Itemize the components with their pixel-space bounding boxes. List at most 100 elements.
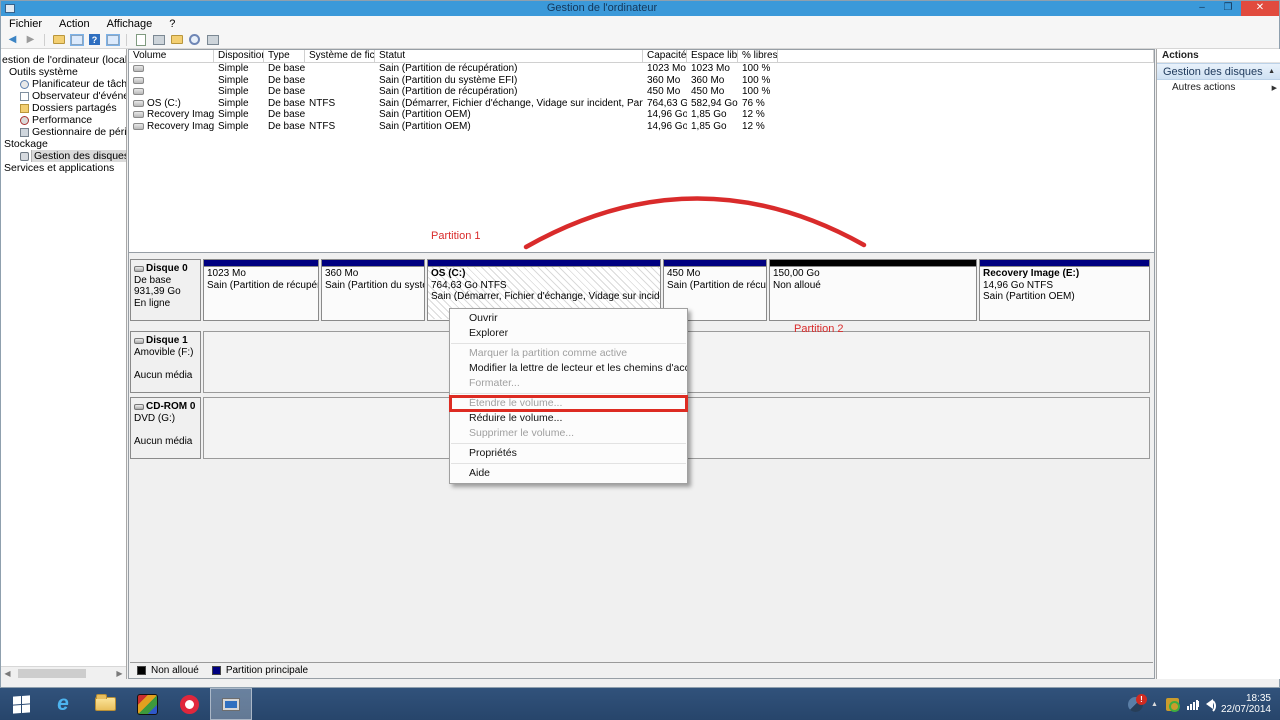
disk-label-disque0[interactable]: Disque 0 De base 931,39 Go En ligne [130,259,201,321]
menu-item-modifier-lettre[interactable]: Modifier la lettre de lecteur et les che… [450,361,687,376]
legend-swatch-unallocated [137,665,146,675]
menu-item-reduire-volume[interactable]: Réduire le volume... [450,411,687,426]
taskbar-ie-button[interactable]: e [42,688,84,720]
col-disposition[interactable]: Disposition [214,50,264,62]
tree-item-stockage[interactable]: Stockage [1,138,126,150]
minimize-button[interactable]: – [1189,1,1215,16]
start-button[interactable] [0,688,42,720]
back-icon[interactable]: ◀ [5,33,20,47]
tree-item-gestionnaire-peripheriques[interactable]: Gestionnaire de périphériques [1,126,126,138]
volume-icon [133,88,144,96]
menu-item-ouvrir[interactable]: Ouvrir [450,311,687,326]
disk-label-cdrom0[interactable]: CD-ROM 0 DVD (G:) Aucun média [130,397,201,459]
legend-label: Partition principale [225,664,309,676]
help-icon[interactable]: ? [87,33,102,47]
taskbar-computer-management-button[interactable] [210,688,252,720]
menu-item-explorer[interactable]: Explorer [450,326,687,341]
table-row[interactable]: OS (C:) Simple De base NTFS Sain (Démarr… [129,98,1154,110]
restore-button[interactable]: ❐ [1215,1,1241,16]
actions-item-autres-actions[interactable]: Autres actions ▶ [1157,80,1280,95]
col-pct-libres[interactable]: % libres [738,50,778,62]
properties-icon[interactable] [151,33,166,47]
actions-panel: Actions Gestion des disques ▲ Autres act… [1156,49,1280,679]
col-capacite[interactable]: Capacité [643,50,687,62]
partition-color-bar [980,260,1149,267]
scroll-right-icon[interactable]: ▶ [113,667,126,679]
disk-size: 931,39 Go [134,286,181,297]
col-volume[interactable]: Volume [129,50,214,62]
volume-icon [133,122,144,130]
window-title: Gestion de l'ordinateur [546,2,658,14]
volume-icon [133,76,144,84]
partition-color-bar [204,260,318,267]
menu-help[interactable]: ? [169,18,175,30]
opera-icon [179,694,199,714]
volume-icon[interactable] [1195,698,1216,714]
volume-icon [133,65,144,73]
collapse-icon[interactable]: ▲ [1268,68,1275,75]
menu-item-proprietes[interactable]: Propriétés [450,446,687,461]
partition-unallocated[interactable]: 150,00 Go Non alloué [769,259,977,321]
disk-icon [20,151,29,161]
folder-up-icon[interactable] [51,33,66,47]
tree-item-root[interactable]: estion de l'ordinateur (local) [1,54,126,66]
disk-icon [134,265,144,272]
menu-action[interactable]: Action [59,18,90,30]
partition-recovery-1023[interactable]: 1023 Mo Sain (Partition de récupération) [203,259,319,321]
tree-item-observateur[interactable]: Observateur d'événements [1,90,126,102]
refresh-icon[interactable] [133,33,148,47]
tree-item-planificateur[interactable]: Planificateur de tâches [1,78,126,90]
table-row[interactable]: Recovery Image (E:) Simple De base NTFS … [129,121,1154,133]
disk-label-disque1[interactable]: Disque 1 Amovible (F:) Aucun média [130,331,201,393]
update-tray-icon[interactable] [1165,697,1180,712]
tree-horizontal-scrollbar[interactable]: ◀ ▶ [1,666,126,679]
disk-status: Aucun média [134,435,193,447]
tree-item-services-applications[interactable]: Services et applications [1,162,126,174]
partition-recovery-image[interactable]: Recovery Image (E:) 14,96 Go NTFS Sain (… [979,259,1150,321]
removable-disk-icon [134,337,144,344]
search-icon[interactable] [187,33,202,47]
taskbar-opera-button[interactable] [168,688,210,720]
col-espace-libre[interactable]: Espace libre [687,50,738,62]
tree-item-outils-systeme[interactable]: Outils système [1,66,126,78]
partition-color-bar [428,260,660,267]
menu-fichier[interactable]: Fichier [9,18,42,30]
toolbar-separator [126,33,127,46]
menu-affichage[interactable]: Affichage [107,18,153,30]
col-statut[interactable]: Statut [375,50,643,62]
tree-item-performance[interactable]: Performance [1,114,126,126]
col-filesystem[interactable]: Système de fichiers [305,50,375,62]
taskbar-color-app-button[interactable] [126,688,168,720]
table-row[interactable]: Simple De base Sain (Partition du systèm… [129,75,1154,87]
forward-icon[interactable]: ▶ [23,33,38,47]
hidden-icons-chevron[interactable]: ▲ [1151,701,1158,708]
actions-pane-icon[interactable] [105,33,120,47]
table-row[interactable]: Simple De base Sain (Partition de récupé… [129,63,1154,75]
scroll-left-icon[interactable]: ◀ [1,667,14,679]
partition-efi-360[interactable]: 360 Mo Sain (Partition du système [321,259,425,321]
submenu-arrow-icon: ▶ [1271,84,1277,92]
scrollbar-thumb[interactable] [18,669,86,678]
menu-item-etendre-volume: Étendre le volume... [449,395,688,412]
legend-swatch-primary [211,665,221,675]
partition-color-bar [664,260,766,267]
tree-item-gestion-des-disques[interactable]: Gestion des disques [1,150,126,162]
col-type[interactable]: Type [264,50,305,62]
table-row[interactable]: Simple De base Sain (Partition de récupé… [129,86,1154,98]
actions-group-gestion-des-disques[interactable]: Gestion des disques ▲ [1157,63,1280,80]
disk-type: DVD (G:) [134,412,176,424]
settings-icon[interactable] [205,33,220,47]
table-row[interactable]: Recovery Image (E:) Simple De base Sain … [129,109,1154,121]
console-tree-icon[interactable] [69,33,84,47]
open-folder-icon[interactable] [169,33,184,47]
internet-explorer-icon: e [57,692,69,715]
title-bar[interactable]: Gestion de l'ordinateur – ❐ ✕ [1,1,1279,16]
clock[interactable]: 18:35 22/07/2014 [1221,693,1271,715]
action-center-icon[interactable]: ! [1128,693,1147,712]
close-button[interactable]: ✕ [1241,1,1279,16]
tree-item-dossiers-partages[interactable]: Dossiers partagés [1,102,126,114]
actions-header: Actions [1157,49,1280,63]
file-explorer-icon [94,694,116,711]
taskbar-explorer-button[interactable] [84,688,126,720]
menu-item-aide[interactable]: Aide [450,466,687,481]
